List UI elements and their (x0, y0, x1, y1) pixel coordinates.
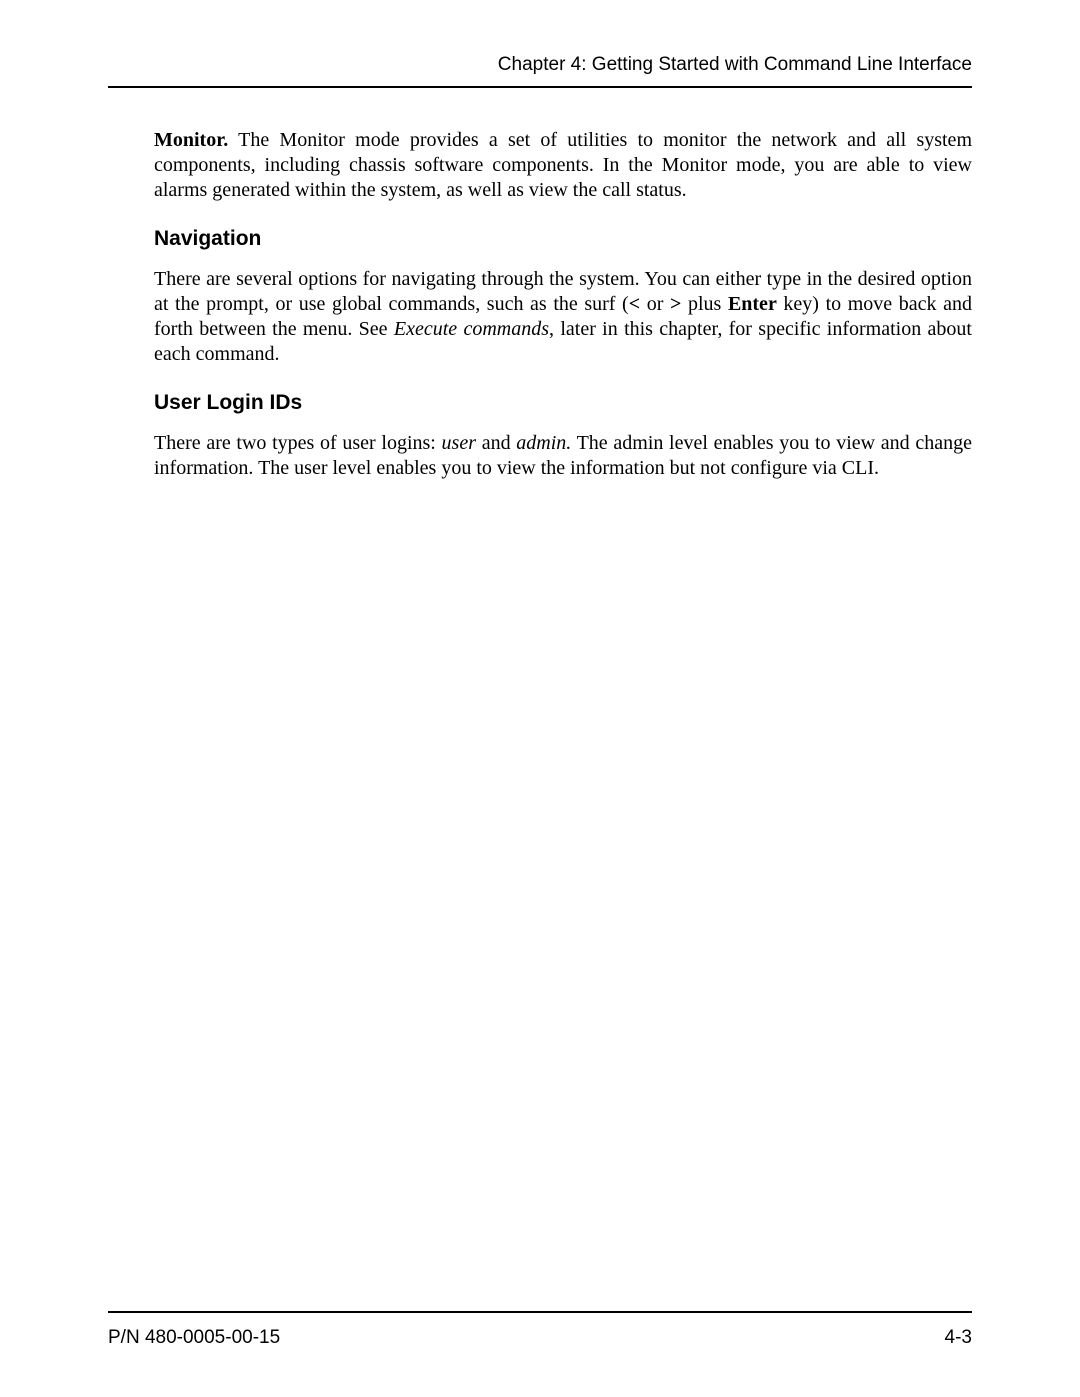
page-number: 4-3 (945, 1327, 972, 1349)
nav-or: or (640, 293, 670, 315)
nav-plus: plus (681, 293, 728, 315)
login-user: user (442, 432, 476, 454)
monitor-text: The Monitor mode provides a set of utili… (154, 129, 972, 201)
login-and: and (476, 432, 516, 454)
part-number: P/N 480-0005-00-15 (108, 1327, 280, 1349)
navigation-heading: Navigation (108, 227, 972, 251)
monitor-lead: Monitor. (154, 129, 228, 151)
nav-exec-cmds: Execute commands (394, 318, 549, 340)
user-login-heading: User Login IDs (108, 391, 972, 415)
user-login-paragraph: There are two types of user logins: user… (108, 431, 972, 481)
page-header: Chapter 4: Getting Started with Command … (108, 54, 972, 88)
page-footer: P/N 480-0005-00-15 4-3 (108, 1311, 972, 1349)
login-admin: admin. (516, 432, 571, 454)
chapter-title: Chapter 4: Getting Started with Command … (498, 54, 972, 75)
nav-enter: Enter (728, 293, 777, 315)
navigation-paragraph: There are several options for navigating… (108, 267, 972, 367)
nav-gt: > (670, 293, 681, 315)
login-text-1: There are two types of user logins: (154, 432, 442, 454)
nav-lt: < (629, 293, 640, 315)
page-container: Chapter 4: Getting Started with Command … (0, 0, 1080, 1397)
monitor-paragraph: Monitor. The Monitor mode provides a set… (108, 128, 972, 203)
